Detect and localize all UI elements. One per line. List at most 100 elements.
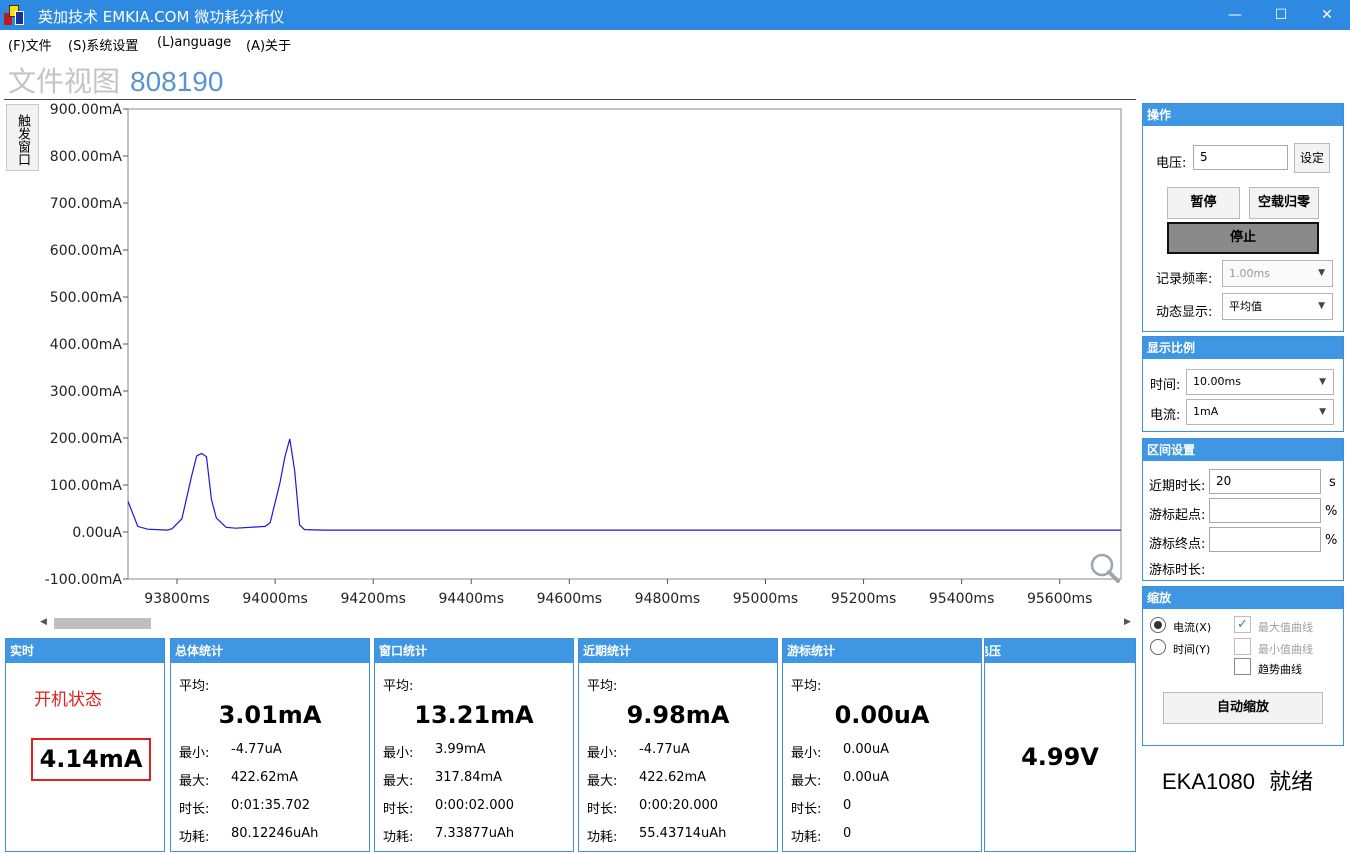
auto-zoom-button[interactable]: 自动缩放 bbox=[1163, 692, 1323, 724]
cursor-avg: 0.00uA bbox=[834, 701, 930, 729]
recent-energy: 55.43714uAh bbox=[639, 826, 727, 841]
realtime-value: 4.14mA bbox=[31, 738, 151, 781]
set-voltage-button[interactable]: 设定 bbox=[1294, 143, 1330, 173]
menu-about[interactable]: (A)关于 bbox=[246, 35, 291, 54]
app-window: 英加技术 EMKIA.COM 微功耗分析仪 — ☐ ✕ (F)文件 (S)系统设… bbox=[0, 0, 1350, 854]
x-tick-label: 94400ms bbox=[439, 591, 504, 607]
view-number: 808190 bbox=[130, 66, 224, 97]
x-tick-label: 94000ms bbox=[242, 591, 307, 607]
menu-settings[interactable]: (S)系统设置 bbox=[68, 35, 138, 54]
zoom-current-radio[interactable] bbox=[1150, 617, 1166, 633]
display-mode-label: 动态显示: bbox=[1156, 305, 1213, 320]
device-state: 就绪 bbox=[1269, 769, 1314, 794]
trend-curve-checkbox[interactable] bbox=[1234, 658, 1251, 675]
power-state: 开机状态 bbox=[34, 690, 102, 710]
zero-calibrate-button[interactable]: 空载归零 bbox=[1249, 187, 1319, 219]
range-settings-panel: 区间设置 近期时长: 20 s 游标起点: % 游标终点: % 游标时长: bbox=[1142, 438, 1344, 581]
time-scale-label: 时间: bbox=[1150, 378, 1181, 393]
y-tick-label: -100.00mA bbox=[45, 572, 123, 588]
minimize-button[interactable]: — bbox=[1212, 0, 1258, 30]
x-tick-label: 94600ms bbox=[537, 591, 602, 607]
energy-label: 功耗: bbox=[791, 830, 822, 845]
menu-file[interactable]: (F)文件 bbox=[8, 35, 52, 54]
time-scale-select[interactable]: 10.00ms ▼ bbox=[1186, 369, 1334, 395]
recent-duration-unit: s bbox=[1329, 475, 1336, 490]
cursor-end-unit: % bbox=[1325, 533, 1338, 548]
recent-stats-panel: 近期统计 平均: 9.98mA 最小: -4.77uA 最大: 422.62mA… bbox=[578, 638, 778, 852]
max-curve-checkbox[interactable]: ✓ bbox=[1234, 616, 1251, 633]
current-chart[interactable]: -100.00mA 0.00uA 100.00mA 200.00mA 300.00mA 4… bbox=[40, 100, 1136, 616]
cursor-end-label: 游标终点: bbox=[1149, 537, 1206, 552]
x-tick-label: 93800ms bbox=[144, 591, 209, 607]
view-header: 文件视图 808190 bbox=[8, 60, 224, 97]
close-button[interactable]: ✕ bbox=[1304, 0, 1350, 30]
scroll-left-icon[interactable]: ◀ bbox=[40, 617, 47, 627]
cursor-start-unit: % bbox=[1325, 504, 1338, 519]
chevron-down-icon: ▼ bbox=[1318, 268, 1325, 278]
zoom-time-label: 时间(Y) bbox=[1173, 643, 1211, 656]
time-scale-value: 10.00ms bbox=[1193, 375, 1241, 388]
stop-button[interactable]: 停止 bbox=[1167, 222, 1319, 254]
voltage-input[interactable]: 5 bbox=[1193, 145, 1288, 170]
total-max: 422.62mA bbox=[231, 770, 299, 785]
max-curve-label: 最大值曲线 bbox=[1258, 621, 1313, 634]
chart-scrollbar[interactable]: ◀ ▶ bbox=[40, 616, 1136, 631]
window-title: 英加技术 EMKIA.COM 微功耗分析仪 bbox=[38, 8, 285, 26]
x-tick-label: 94800ms bbox=[635, 591, 700, 607]
total-stats-panel: 总体统计 平均: 3.01mA 最小: -4.77uA 最大: 422.62mA… bbox=[170, 638, 370, 852]
current-scale-select[interactable]: 1mA ▼ bbox=[1186, 399, 1334, 425]
min-label: 最小: bbox=[587, 746, 618, 761]
cursor-duration-label: 游标时长: bbox=[1149, 563, 1206, 578]
min-curve-checkbox[interactable] bbox=[1234, 638, 1251, 655]
record-freq-select[interactable]: 1.00ms ▼ bbox=[1222, 260, 1333, 287]
window-max: 317.84mA bbox=[435, 770, 503, 785]
recent-duration-input[interactable]: 20 bbox=[1209, 469, 1321, 494]
energy-label: 功耗: bbox=[587, 830, 618, 845]
energy-label: 功耗: bbox=[179, 830, 210, 845]
view-title: 文件视图 bbox=[8, 66, 121, 97]
cursor-energy: 0 bbox=[843, 826, 852, 841]
current-scale-value: 1mA bbox=[1193, 405, 1219, 418]
max-label: 最大: bbox=[587, 774, 618, 789]
scale-panel: 显示比例 时间: 10.00ms ▼ 电流: 1mA ▼ bbox=[1142, 336, 1344, 432]
min-label: 最小: bbox=[791, 746, 822, 761]
zoom-time-radio[interactable] bbox=[1150, 639, 1166, 655]
min-label: 最小: bbox=[383, 746, 414, 761]
plot-area bbox=[127, 108, 1122, 580]
display-mode-select[interactable]: 平均值 ▼ bbox=[1222, 293, 1333, 320]
current-scale-label: 电流: bbox=[1150, 408, 1181, 423]
scroll-right-icon[interactable]: ▶ bbox=[1124, 617, 1131, 627]
scroll-thumb[interactable] bbox=[54, 618, 151, 629]
maximize-button[interactable]: ☐ bbox=[1258, 0, 1304, 30]
title-bar: 英加技术 EMKIA.COM 微功耗分析仪 — ☐ ✕ bbox=[0, 0, 1350, 30]
app-logo-icon bbox=[4, 5, 24, 25]
cursor-start-input[interactable] bbox=[1209, 498, 1321, 523]
avg-label: 平均: bbox=[179, 679, 210, 694]
range-settings-header: 区间设置 bbox=[1143, 439, 1343, 461]
chevron-down-icon: ▼ bbox=[1319, 407, 1326, 417]
trend-curve-label: 趋势曲线 bbox=[1258, 663, 1302, 676]
record-freq-value: 1.00ms bbox=[1229, 267, 1270, 280]
min-curve-label: 最小值曲线 bbox=[1258, 643, 1313, 656]
chevron-down-icon: ▼ bbox=[1318, 301, 1325, 311]
scale-header: 显示比例 bbox=[1143, 337, 1343, 359]
checkmark-icon: ✓ bbox=[1237, 617, 1248, 632]
menu-bar: (F)文件 (S)系统设置 (L)anguage (A)关于 bbox=[0, 30, 1350, 56]
max-label: 最大: bbox=[791, 774, 822, 789]
recent-avg: 9.98mA bbox=[626, 701, 730, 729]
min-label: 最小: bbox=[179, 746, 210, 761]
operation-panel: 操作 电压: 5 设定 暂停 空载归零 停止 记录频率: 1.00ms ▼ 动态显… bbox=[1142, 103, 1344, 332]
trigger-window-tab[interactable]: 触发窗口 bbox=[6, 104, 39, 171]
cursor-start-label: 游标起点: bbox=[1149, 508, 1206, 523]
total-energy: 80.12246uAh bbox=[231, 826, 319, 841]
cursor-duration: 0 bbox=[843, 798, 852, 813]
total-min: -4.77uA bbox=[231, 742, 282, 757]
display-mode-value: 平均值 bbox=[1229, 300, 1262, 313]
pause-button[interactable]: 暂停 bbox=[1167, 187, 1240, 219]
recent-duration-label: 近期时长: bbox=[1149, 479, 1206, 494]
cursor-min: 0.00uA bbox=[843, 742, 890, 757]
window-avg: 13.21mA bbox=[414, 701, 534, 729]
menu-language[interactable]: (L)anguage bbox=[157, 35, 231, 50]
cursor-end-input[interactable] bbox=[1209, 527, 1321, 552]
recent-max: 422.62mA bbox=[639, 770, 707, 785]
